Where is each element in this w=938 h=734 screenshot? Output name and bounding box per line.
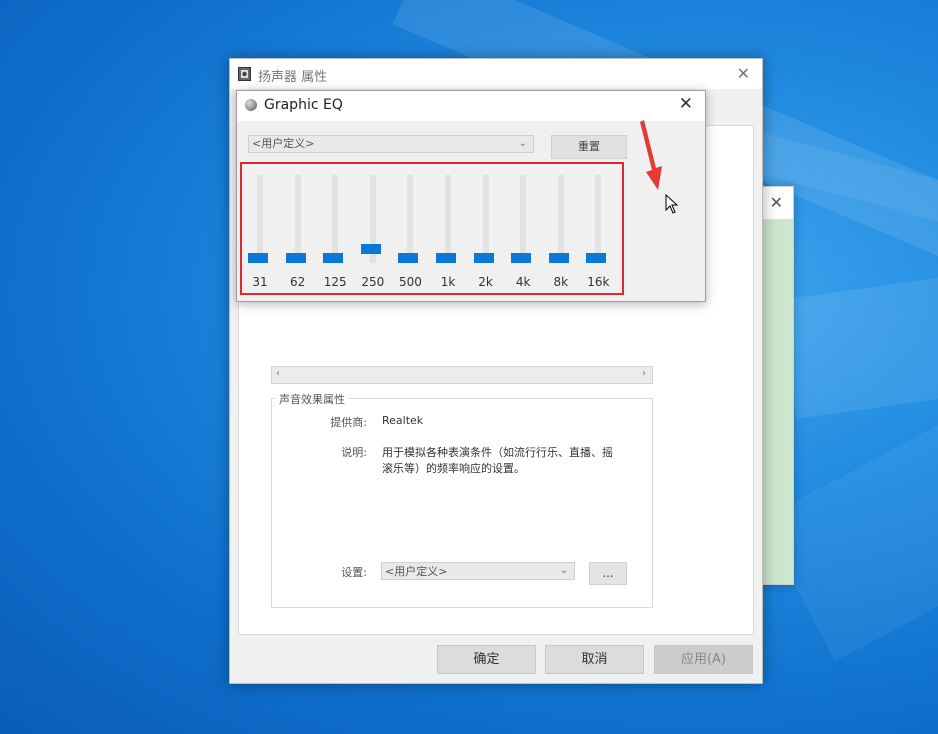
ok-button[interactable]: 确定	[437, 645, 536, 674]
setting-dropdown-value: <用户定义>	[385, 565, 448, 578]
list-horizontal-scrollbar[interactable]: ‹ ›	[271, 366, 653, 384]
apply-button[interactable]: 应用(A)	[654, 645, 753, 674]
setting-dropdown[interactable]: <用户定义> ⌄	[381, 562, 575, 580]
main-window-title: 扬声器 属性	[258, 70, 328, 85]
description-line-2: 滚乐等）的频率响应的设置。	[382, 462, 525, 475]
scroll-left-icon[interactable]: ‹	[276, 368, 280, 379]
eq-app-icon	[245, 99, 257, 111]
eq-title-bar[interactable]: Graphic EQ ✕	[237, 91, 705, 121]
scroll-right-icon[interactable]: ›	[642, 368, 646, 379]
eq-close-icon[interactable]: ✕	[679, 94, 693, 114]
description-label: 说明:	[341, 446, 367, 459]
desktop-light-beam	[780, 263, 938, 419]
setting-more-button[interactable]: ...	[589, 562, 627, 585]
main-close-icon[interactable]: ✕	[737, 64, 750, 83]
chevron-down-icon: ⌄	[559, 565, 568, 576]
eq-preset-dropdown[interactable]: <用户定义> ⌄	[248, 135, 534, 153]
setting-label: 设置:	[341, 566, 367, 579]
speaker-app-icon	[238, 67, 251, 81]
eq-reset-button[interactable]: 重置	[551, 135, 627, 159]
description-line-1: 用于模拟各种表演条件（如流行行乐、直播、摇	[382, 446, 613, 459]
cancel-button[interactable]: 取消	[545, 645, 644, 674]
eq-dialog-title: Graphic EQ	[264, 97, 343, 113]
main-title-bar[interactable]: 扬声器 属性 ✕	[230, 59, 762, 89]
mouse-cursor-icon	[665, 194, 679, 214]
provider-value: Realtek	[382, 414, 424, 427]
group-title: 声音效果属性	[276, 391, 348, 407]
background-window-close-icon[interactable]: ✕	[770, 193, 783, 212]
sliders-highlight-box	[240, 162, 624, 295]
annotation-arrow-icon	[640, 120, 662, 190]
eq-preset-value: <用户定义>	[252, 137, 315, 150]
provider-label: 提供商:	[330, 416, 367, 429]
chevron-down-icon: ⌄	[518, 138, 527, 149]
